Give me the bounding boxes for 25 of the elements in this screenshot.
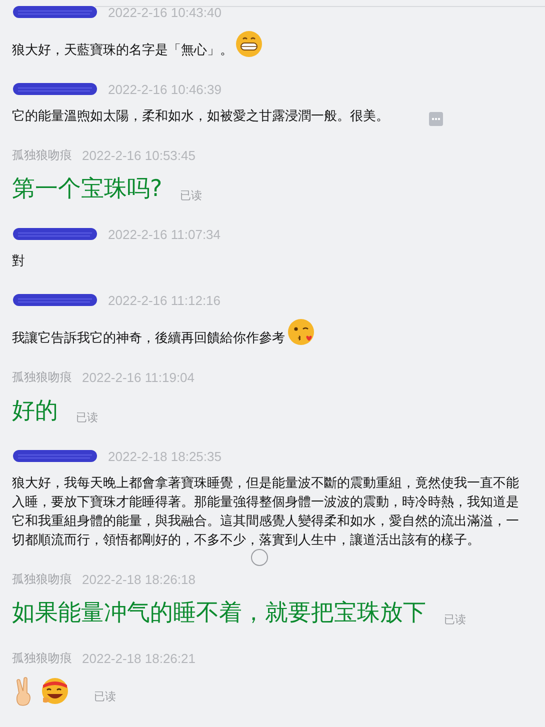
timestamp: 2022-2-16 10:46:39 [108,82,222,96]
message-text: 對 [12,253,25,271]
message-text: 好的 [12,397,58,426]
message-text: 第一个宝珠吗? [12,175,162,204]
timestamp: 2022-2-18 18:26:18 [82,572,196,586]
timestamp: 2022-2-16 10:53:45 [82,148,196,162]
sender-name: 孤独狼吻痕 [12,650,72,666]
message-text: 我讓它告訴我它的神奇，後續再回饋給你作參考 [12,330,285,348]
read-receipt: 已读 [180,188,202,203]
read-receipt: 已读 [444,612,466,627]
sender-name: 孤独狼吻痕 [12,368,72,386]
timestamp: 2022-2-16 11:12:16 [108,292,221,308]
message-text: 狼大好，天藍寶珠的名字是「無心」。 [12,42,233,60]
timestamp: 2022-2-18 18:26:21 [82,650,196,666]
message-text: 如果能量冲气的睡不着，就要把宝珠放下 [12,599,426,628]
timestamp: 2022-2-16 11:19:04 [82,370,195,384]
timestamp: 2022-2-16 10:43:40 [108,4,222,20]
message-text: 狼大好，我每天晚上都會拿著寶珠睡覺，但是能量波不斷的震動重組，竟然使我一直不能入睡，要放下寶珠才能睡得著。那能量強得整個身體一波波的震動，時冷時熱，我知道是它和我重組身體的能量，與我融合。這其間感覺人變得柔和如水，愛自然的流出滿溢，一切都順流而行，領悟都剛好的，不多不少，落實到人生中，讓道活出該有的樣子。 [12,475,520,550]
sender-name: 孤独狼吻痕 [12,146,72,164]
read-receipt: 已读 [94,689,116,704]
timestamp: 2022-2-16 11:07:34 [108,226,221,242]
timestamp: 2022-2-18 18:25:35 [108,448,222,464]
message-text: 它的能量溫煦如太陽，柔和如水，如被愛之甘露浸潤一般。很美。 [12,108,389,126]
sender-name: 孤独狼吻痕 [12,570,72,588]
read-receipt: 已读 [76,410,98,425]
